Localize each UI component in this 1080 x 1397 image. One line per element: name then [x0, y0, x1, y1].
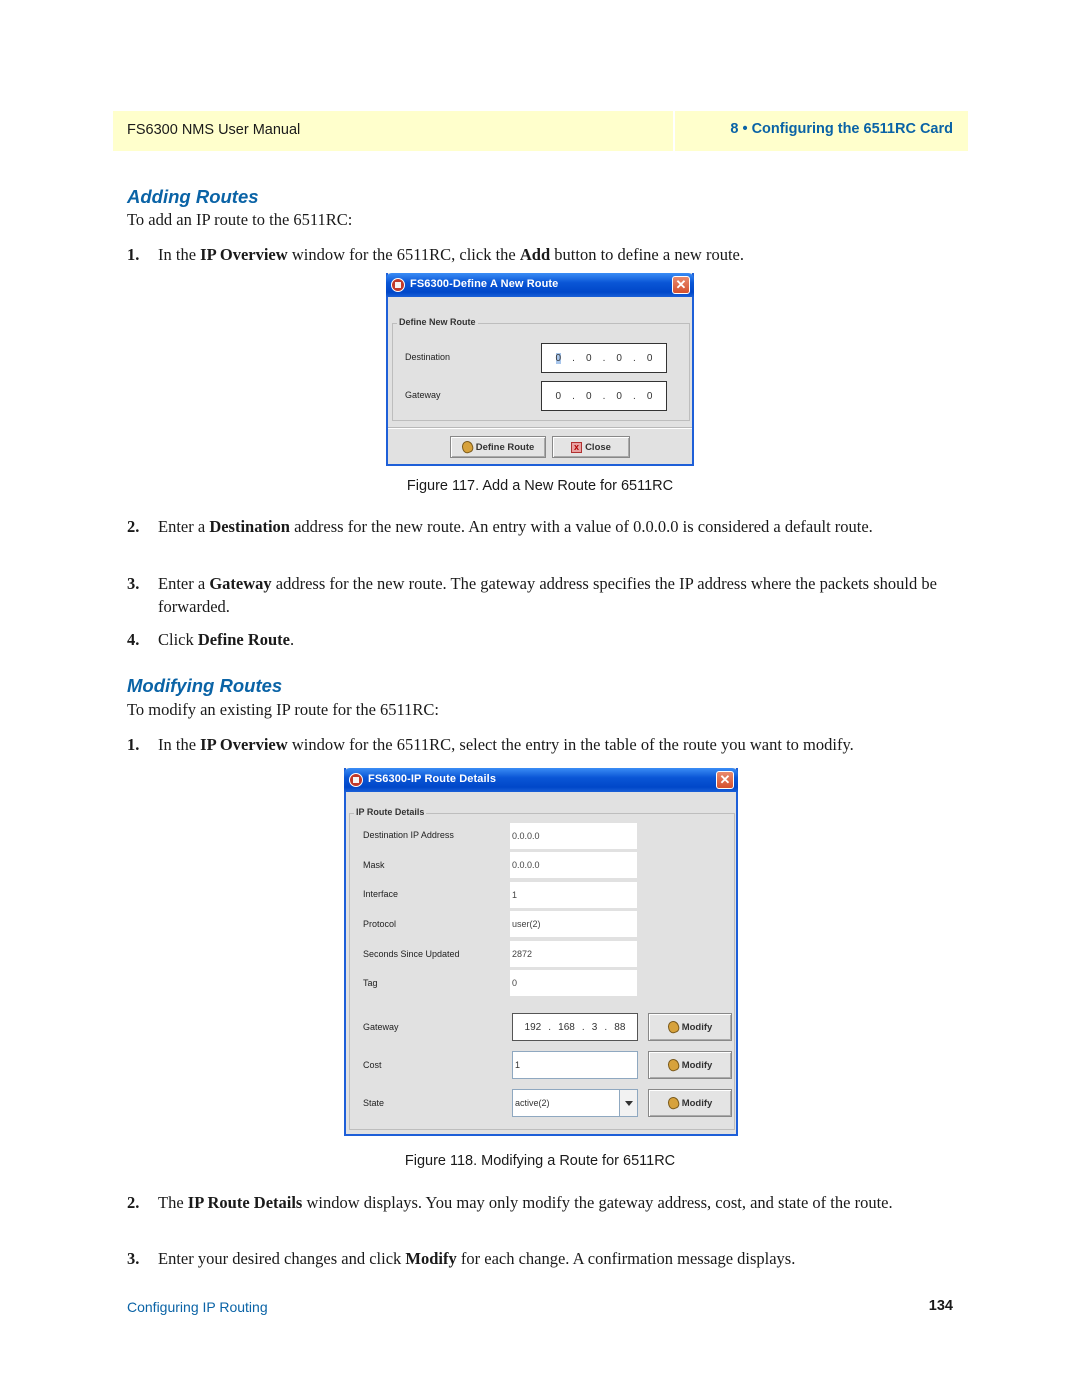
- page-number: 134: [928, 1298, 953, 1314]
- cost-label: Cost: [363, 1060, 382, 1070]
- figure-118-caption: Figure 118. Modifying a Route for 6511RC: [404, 1153, 676, 1169]
- state-label: State: [363, 1098, 385, 1108]
- seconds-since-updated-value: 2872: [510, 941, 637, 967]
- manual-title: FS6300 NMS User Manual: [127, 122, 301, 138]
- destination-ip-value: 0.0.0.0: [510, 823, 637, 849]
- running-header: FS6300 NMS User Manual 8 • Configuring t…: [113, 111, 968, 151]
- define-route-button[interactable]: Define Route: [450, 436, 546, 458]
- header-divider: [673, 111, 675, 151]
- destination-ip-input[interactable]: 0. 0. 0. 0: [541, 343, 667, 373]
- adding-routes-heading: Adding Routes: [127, 186, 259, 207]
- modifying-step-1: 1. In the IP Overview window for the 651…: [127, 735, 854, 754]
- modifying-routes-heading: Modifying Routes: [127, 675, 283, 696]
- figure-117-caption: Figure 117. Add a New Route for 6511RC: [406, 478, 674, 494]
- ip-route-details-dialog: FS6300-IP Route Details ✕ IP Route Detai…: [344, 768, 738, 1136]
- app-icon: [349, 773, 363, 787]
- field-label: Interface: [363, 889, 399, 899]
- close-icon[interactable]: ✕: [672, 276, 690, 294]
- field-label: Seconds Since Updated: [363, 949, 460, 959]
- mask-value: 0.0.0.0: [510, 852, 637, 878]
- gateway-ip-input[interactable]: 192. 168. 3. 88: [512, 1013, 638, 1041]
- field-label: Destination IP Address: [363, 830, 454, 840]
- field-label: Protocol: [363, 919, 397, 929]
- adding-step-4: 4. Click Define Route.: [127, 630, 295, 649]
- protocol-value: user(2): [510, 911, 637, 937]
- dialog-separator: [388, 427, 692, 429]
- close-x-icon: x: [571, 441, 583, 453]
- dialog-title-bar[interactable]: FS6300-Define A New Route ✕: [386, 273, 694, 297]
- gateway-label: Gateway: [405, 390, 441, 400]
- ip-route-details-group: IP Route Details Destination IP Address …: [349, 807, 735, 1130]
- dialog-title: FS6300-IP Route Details: [368, 773, 497, 785]
- modifying-step-3: 3. Enter your desired changes and click …: [127, 1249, 796, 1268]
- group-label: IP Route Details: [354, 807, 427, 817]
- modify-gateway-button[interactable]: Modify: [648, 1013, 732, 1041]
- interface-value: 1: [510, 882, 637, 908]
- chapter-title: 8 • Configuring the 6511RC Card: [730, 121, 953, 137]
- state-select[interactable]: active(2): [512, 1089, 638, 1117]
- close-icon[interactable]: ✕: [716, 771, 734, 789]
- modify-cost-button[interactable]: Modify: [648, 1051, 732, 1079]
- chevron-down-icon[interactable]: [619, 1090, 637, 1116]
- app-icon: [391, 278, 405, 292]
- footer-section: Configuring IP Routing: [127, 1299, 268, 1315]
- adding-step-2: 2. Enter a Destination address for the n…: [127, 517, 873, 536]
- hand-icon: [665, 1095, 681, 1111]
- destination-label: Destination: [405, 352, 451, 362]
- dialog-title-bar[interactable]: FS6300-IP Route Details ✕: [344, 768, 738, 792]
- adding-intro: To add an IP route to the 6511RC:: [127, 210, 353, 229]
- gateway-ip-input[interactable]: 0. 0. 0. 0: [541, 381, 667, 411]
- hand-icon: [665, 1019, 681, 1035]
- dialog-title: FS6300-Define A New Route: [410, 278, 559, 290]
- adding-step-3: 3. Enter a Gateway address for the new r…: [127, 574, 937, 616]
- close-button[interactable]: x Close: [552, 436, 630, 458]
- modify-state-button[interactable]: Modify: [648, 1089, 732, 1117]
- field-label: Tag: [363, 978, 378, 988]
- modifying-intro: To modify an existing IP route for the 6…: [127, 700, 440, 719]
- modifying-step-2: 2. The IP Route Details window displays.…: [127, 1193, 893, 1212]
- hand-icon: [459, 439, 475, 455]
- define-route-dialog: FS6300-Define A New Route ✕ Define New R…: [386, 273, 694, 466]
- group-label: Define New Route: [397, 317, 478, 327]
- field-label: Mask: [363, 860, 385, 870]
- gateway-label: Gateway: [363, 1022, 399, 1032]
- cost-input[interactable]: 1: [512, 1051, 638, 1079]
- tag-value: 0: [510, 970, 637, 996]
- define-new-route-group: Define New Route Destination 0. 0. 0. 0 …: [392, 317, 690, 421]
- adding-step-1: 1. In the IP Overview window for the 651…: [127, 245, 744, 264]
- hand-icon: [665, 1057, 681, 1073]
